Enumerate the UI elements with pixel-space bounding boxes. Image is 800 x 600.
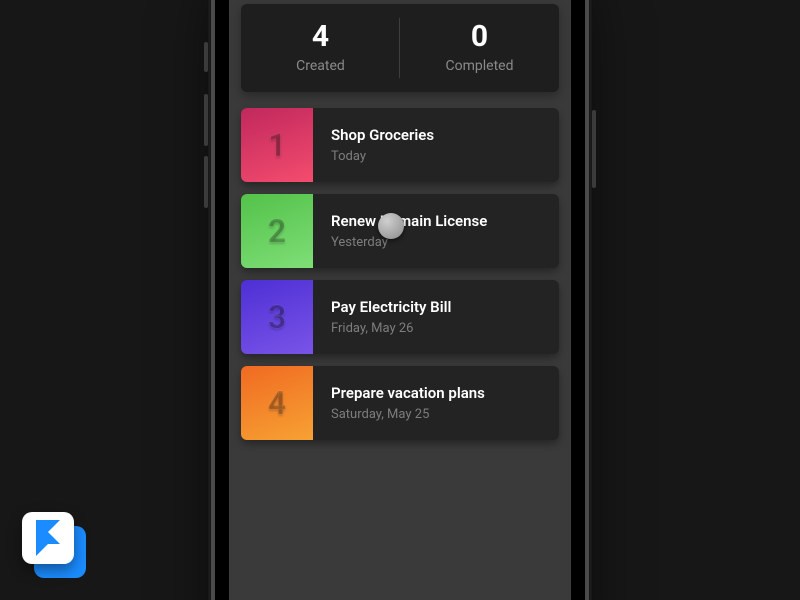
task-number: 4 (268, 384, 286, 422)
task-info: Prepare vacation plans Saturday, May 25 (313, 366, 559, 440)
task-info: Renew Domain License Yesterday (313, 194, 559, 268)
app-content: 4 Created 0 Completed 1 Shop Groceries Tod… (229, 4, 571, 600)
task-number: 1 (268, 126, 286, 164)
task-info: Pay Electricity Bill Friday, May 26 (313, 280, 559, 354)
task-date: Saturday, May 25 (331, 407, 541, 422)
task-number: 3 (268, 298, 286, 336)
task-title: Prepare vacation plans (331, 384, 541, 404)
stat-created[interactable]: 4 Created (241, 4, 400, 92)
task-number-badge: 4 (241, 366, 313, 440)
volume-down-button (204, 156, 208, 208)
framer-logo (22, 512, 88, 578)
task-title: Shop Groceries (331, 126, 541, 146)
mute-switch (204, 42, 208, 72)
stat-created-value: 4 (312, 22, 329, 52)
task-title: Renew Domain License (331, 212, 541, 232)
touch-cursor-icon (378, 213, 404, 239)
task-title: Pay Electricity Bill (331, 298, 541, 318)
task-date: Yesterday (331, 235, 541, 250)
task-date: Today (331, 149, 541, 164)
stat-completed-label: Completed (446, 58, 514, 74)
task-row[interactable]: 1 Shop Groceries Today (241, 108, 559, 182)
task-info: Shop Groceries Today (313, 108, 559, 182)
framer-logo-front-tile (22, 512, 74, 564)
stat-completed[interactable]: 0 Completed (400, 4, 559, 92)
phone-screen: 4 Created 0 Completed 1 Shop Groceries Tod… (229, 0, 571, 600)
task-number-badge: 2 (241, 194, 313, 268)
power-button (592, 110, 596, 188)
task-date: Friday, May 26 (331, 321, 541, 336)
task-number-badge: 1 (241, 108, 313, 182)
task-row[interactable]: 3 Pay Electricity Bill Friday, May 26 (241, 280, 559, 354)
stat-completed-value: 0 (471, 22, 488, 52)
task-row[interactable]: 4 Prepare vacation plans Saturday, May 25 (241, 366, 559, 440)
stat-created-label: Created (296, 58, 345, 74)
phone-frame: 4 Created 0 Completed 1 Shop Groceries Tod… (215, 0, 585, 600)
task-number: 2 (268, 212, 286, 250)
task-list: 1 Shop Groceries Today 2 Renew Domain Licens… (241, 108, 559, 440)
stats-bar: 4 Created 0 Completed (241, 4, 559, 92)
framer-glyph-icon (36, 520, 60, 556)
task-number-badge: 3 (241, 280, 313, 354)
volume-up-button (204, 94, 208, 146)
